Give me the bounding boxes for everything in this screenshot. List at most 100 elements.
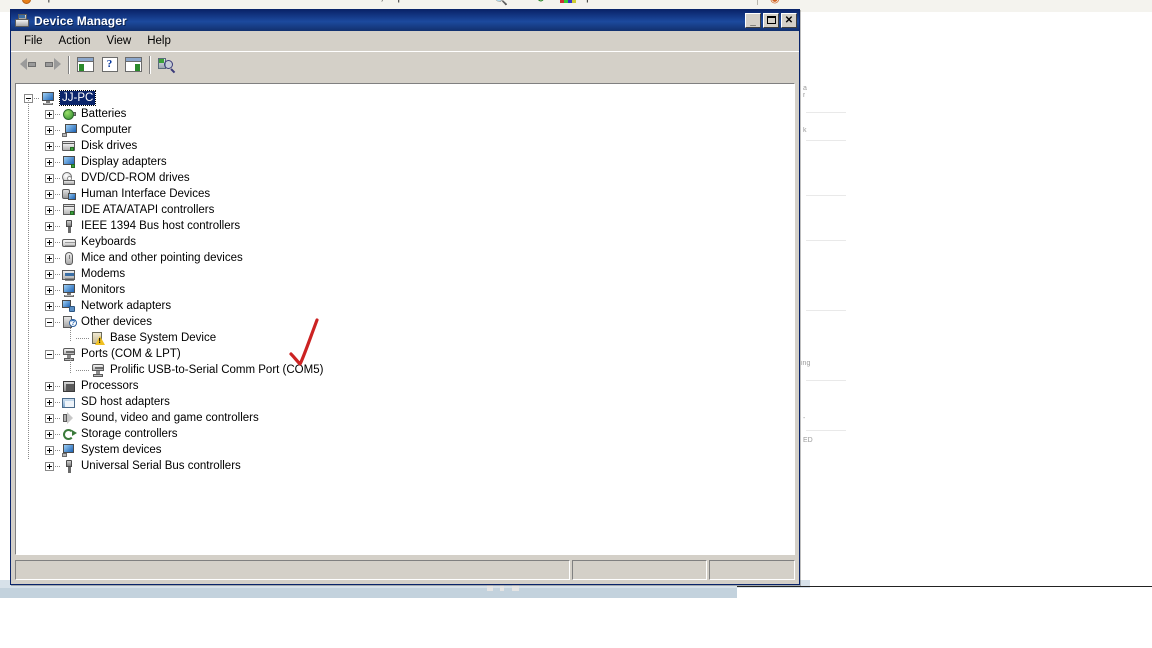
ghost-fragment: a [803, 85, 807, 92]
tree-node-label: Disk drives [81, 140, 138, 152]
tree-node[interactable]: Modems [16, 266, 794, 282]
port-icon [61, 347, 77, 362]
tree-connector [55, 209, 60, 211]
expand-toggle-icon[interactable] [45, 189, 54, 199]
expand-toggle-icon[interactable] [45, 445, 54, 455]
tree-node-label: Display adapters [81, 156, 167, 168]
chevron-down-icon[interactable]: ▾ [512, 0, 517, 3]
tree-node[interactable]: Disk drives [16, 138, 794, 154]
menu-help[interactable]: Help [139, 33, 179, 50]
tree-node[interactable]: SD host adapters [16, 394, 794, 410]
device-manager-icon [14, 13, 30, 29]
collapse-toggle-icon[interactable] [45, 317, 54, 327]
dvd-drive-icon [61, 171, 77, 186]
collapse-toggle-icon[interactable] [45, 349, 54, 359]
tree-node[interactable]: IDE ATA/ATAPI controllers [16, 202, 794, 218]
scan-hardware-icon [158, 57, 176, 74]
mouse-icon [61, 251, 77, 266]
tree-node-label: Computer [81, 124, 132, 136]
browser-tab-title[interactable]: 1pc PL2303 USB to RS232 TTL C [580, 0, 746, 3]
tree-node[interactable]: Prolific USB-to-Serial Comm Port (COM5) [16, 362, 794, 378]
window-titlebar[interactable]: Device Manager _ ✕ [11, 10, 799, 31]
tree-node[interactable]: Universal Serial Bus controllers [16, 458, 794, 474]
tree-node[interactable]: Sound, video and game controllers [16, 410, 794, 426]
tree-node[interactable]: Keyboards [16, 234, 794, 250]
tree-node[interactable]: Network adapters [16, 298, 794, 314]
scan-for-hardware-changes-button[interactable] [155, 54, 178, 76]
refresh-icon[interactable]: ↻ [536, 0, 545, 5]
expand-toggle-icon[interactable] [45, 381, 54, 391]
close-button[interactable]: ✕ [781, 13, 797, 28]
expand-toggle-icon[interactable] [45, 397, 54, 407]
expand-toggle-icon[interactable] [45, 205, 54, 215]
tree-connector [55, 465, 60, 467]
tree-node[interactable]: Storage controllers [16, 426, 794, 442]
address-bar-url[interactable]: http://www.instructables.com/id/edit#ins… [36, 0, 478, 3]
device-tree-pane[interactable]: JJ-PC Batteries Computer Disk drives Display… [15, 83, 795, 555]
tree-connector [55, 321, 60, 323]
expand-toggle-icon[interactable] [45, 237, 54, 247]
site-favicon [22, 0, 31, 4]
expand-toggle-icon[interactable] [45, 221, 54, 231]
show-hide-console-tree-button[interactable] [74, 54, 97, 76]
tree-connector [55, 113, 60, 115]
tree-node-label: Universal Serial Bus controllers [81, 460, 241, 472]
window-controls: _ ✕ [745, 13, 797, 28]
ghost-fragment: - [803, 415, 806, 422]
storage-controller-icon [61, 427, 77, 442]
tree-node[interactable]: Mice and other pointing devices [16, 250, 794, 266]
modem-icon [61, 267, 77, 282]
menu-file[interactable]: File [16, 33, 51, 50]
tree-node[interactable]: Display adapters [16, 154, 794, 170]
menu-view[interactable]: View [99, 33, 140, 50]
tree-node[interactable]: Batteries [16, 106, 794, 122]
properties-button[interactable] [122, 54, 145, 76]
tree-node[interactable]: DVD/CD-ROM drives [16, 170, 794, 186]
ghost-rule [806, 430, 846, 431]
browser-tab-title-2[interactable]: #inst [784, 0, 807, 3]
speaker-icon [61, 411, 77, 426]
forward-button[interactable] [41, 54, 64, 76]
expand-toggle-icon[interactable] [45, 285, 54, 295]
device-tree: JJ-PC Batteries Computer Disk drives Display… [16, 84, 794, 474]
menu-action[interactable]: Action [51, 33, 99, 50]
expand-toggle-icon[interactable] [45, 253, 54, 263]
tree-node[interactable]: Processors [16, 378, 794, 394]
tree-node[interactable]: Ports (COM & LPT) [16, 346, 794, 362]
tree-root-node[interactable]: JJ-PC [16, 90, 794, 106]
back-button[interactable] [17, 54, 40, 76]
expand-toggle-icon[interactable] [45, 157, 54, 167]
tree-connector [55, 161, 60, 163]
tree-node[interactable]: Computer [16, 122, 794, 138]
sd-host-icon [61, 395, 77, 410]
expand-toggle-icon[interactable] [45, 173, 54, 183]
page-horizontal-rule [737, 586, 1152, 587]
tree-node-label: Human Interface Devices [81, 188, 211, 200]
minimize-button[interactable]: _ [745, 13, 761, 28]
expand-toggle-icon[interactable] [45, 413, 54, 423]
expand-toggle-icon[interactable] [45, 269, 54, 279]
tree-node-label: System devices [81, 444, 162, 456]
help-button[interactable]: ? [98, 54, 121, 76]
tree-node[interactable]: Monitors [16, 282, 794, 298]
tree-node[interactable]: ? Other devices [16, 314, 794, 330]
tree-connector [55, 289, 60, 291]
ghost-fragment: ED [803, 437, 813, 444]
expand-toggle-icon[interactable] [45, 429, 54, 439]
maximize-button[interactable] [763, 13, 779, 28]
tree-node[interactable]: System devices [16, 442, 794, 458]
expand-toggle-icon[interactable] [45, 461, 54, 471]
expand-toggle-icon[interactable] [45, 141, 54, 151]
tree-node[interactable]: Human Interface Devices [16, 186, 794, 202]
tree-node[interactable]: IEEE 1394 Bus host controllers [16, 218, 794, 234]
tree-node-label: Storage controllers [81, 428, 178, 440]
tree-node[interactable]: Base System Device [16, 330, 794, 346]
expand-toggle-icon[interactable] [45, 109, 54, 119]
expand-toggle-icon[interactable] [45, 125, 54, 135]
search-icon[interactable]: 🔍 [494, 0, 508, 6]
expand-toggle-icon[interactable] [45, 301, 54, 311]
